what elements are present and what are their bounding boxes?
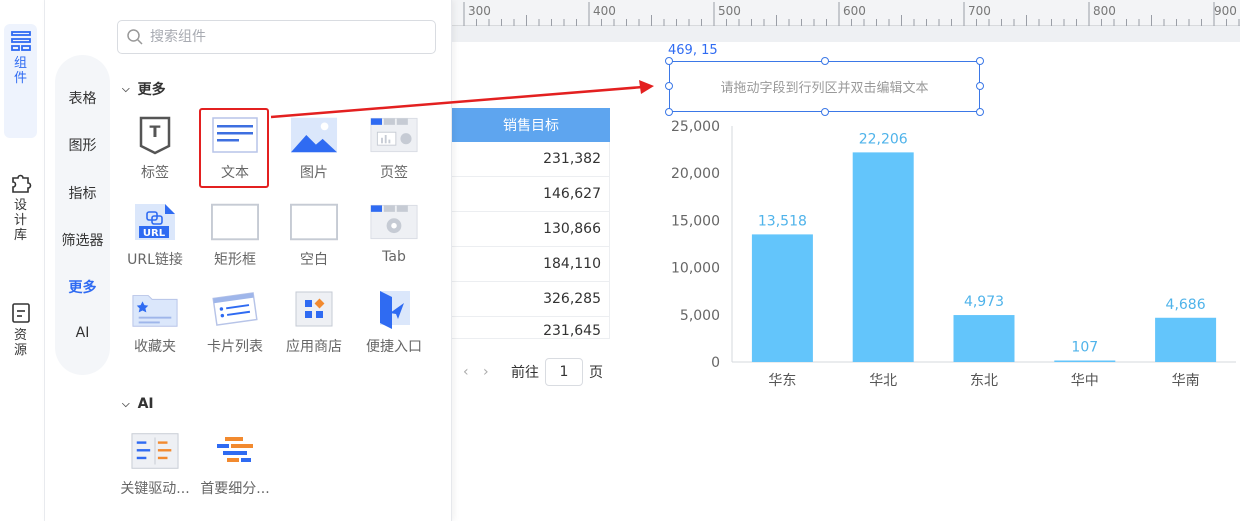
drag-arrow-head xyxy=(639,80,654,94)
app-window: 组件 设计库 资源 表格 图形 指标 筛选器 更多 AI xyxy=(0,0,1240,521)
drag-arrow-line xyxy=(270,85,644,119)
drag-arrow xyxy=(270,80,654,119)
